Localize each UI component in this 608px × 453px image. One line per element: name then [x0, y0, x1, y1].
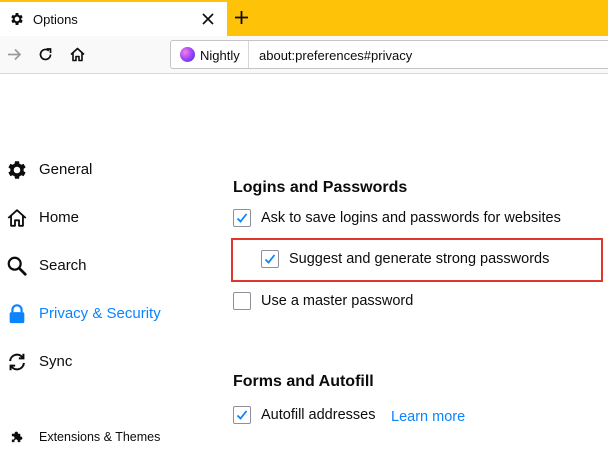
- autofill-addresses-option[interactable]: Autofill addresses: [233, 405, 393, 427]
- sync-icon: [9, 353, 25, 371]
- checkmark-icon: [236, 410, 248, 420]
- sidebar-item-label: Extensions & Themes: [39, 430, 161, 444]
- suggest-strong-passwords-option[interactable]: Suggest and generate strong passwords: [261, 249, 561, 271]
- navigation-bar: Nightly about:preferences#privacy: [0, 36, 608, 74]
- tab-options[interactable]: Options: [0, 0, 227, 36]
- gear-icon: [11, 13, 23, 25]
- tab-title: Options: [33, 12, 78, 27]
- plus-icon[interactable]: [233, 9, 250, 26]
- puzzle-icon: [11, 431, 23, 443]
- tab-strip: Options: [0, 0, 608, 36]
- reload-icon[interactable]: [37, 46, 54, 63]
- identity-label: Nightly: [200, 48, 240, 63]
- master-password-label: Use a master password: [261, 293, 414, 309]
- ask-save-logins-checkbox[interactable]: [233, 209, 251, 227]
- master-password-option[interactable]: Use a master password: [233, 291, 433, 313]
- sidebar-item-general[interactable]: General: [0, 155, 225, 185]
- forward-arrow-icon[interactable]: [6, 46, 23, 63]
- sidebar-item-sync[interactable]: Sync: [0, 347, 225, 377]
- gear-icon: [8, 161, 26, 179]
- forms-section-title: Forms and Autofill: [233, 373, 374, 390]
- autofill-addresses-label: Autofill addresses: [261, 407, 376, 423]
- master-password-checkbox[interactable]: [233, 292, 251, 310]
- sidebar-item-label: Home: [39, 209, 80, 226]
- sidebar-item-label: Privacy & Security: [39, 305, 161, 322]
- home-icon: [7, 209, 27, 227]
- url-bar[interactable]: Nightly about:preferences#privacy: [170, 40, 608, 69]
- close-icon[interactable]: [201, 12, 215, 26]
- checkmark-icon: [236, 213, 248, 223]
- checkmark-icon: [264, 254, 276, 264]
- nightly-logo-icon: [180, 47, 195, 62]
- url-text[interactable]: about:preferences#privacy: [259, 48, 412, 63]
- sidebar-item-label: General: [39, 161, 93, 178]
- suggest-strong-passwords-checkbox[interactable]: [261, 250, 279, 268]
- sidebar-item-extensions-themes[interactable]: Extensions & Themes: [0, 420, 225, 450]
- autofill-addresses-checkbox[interactable]: [233, 406, 251, 424]
- ask-save-logins-option[interactable]: Ask to save logins and passwords for web…: [233, 208, 573, 230]
- sidebar-item-search[interactable]: Search: [0, 251, 225, 281]
- search-icon: [7, 256, 27, 276]
- ask-save-logins-label: Ask to save logins and passwords for web…: [261, 210, 561, 226]
- suggest-strong-passwords-label: Suggest and generate strong passwords: [289, 251, 550, 267]
- sidebar-item-label: Sync: [39, 353, 73, 370]
- sidebar-item-home[interactable]: Home: [0, 203, 225, 233]
- learn-more-link[interactable]: Learn more: [391, 409, 465, 425]
- home-icon[interactable]: [69, 46, 86, 63]
- identity-box[interactable]: Nightly: [171, 41, 249, 68]
- logins-section-title: Logins and Passwords: [233, 179, 408, 196]
- sidebar-item-privacy-security[interactable]: Privacy & Security: [0, 299, 225, 329]
- lock-icon: [9, 304, 25, 324]
- sidebar-item-label: Search: [39, 257, 87, 274]
